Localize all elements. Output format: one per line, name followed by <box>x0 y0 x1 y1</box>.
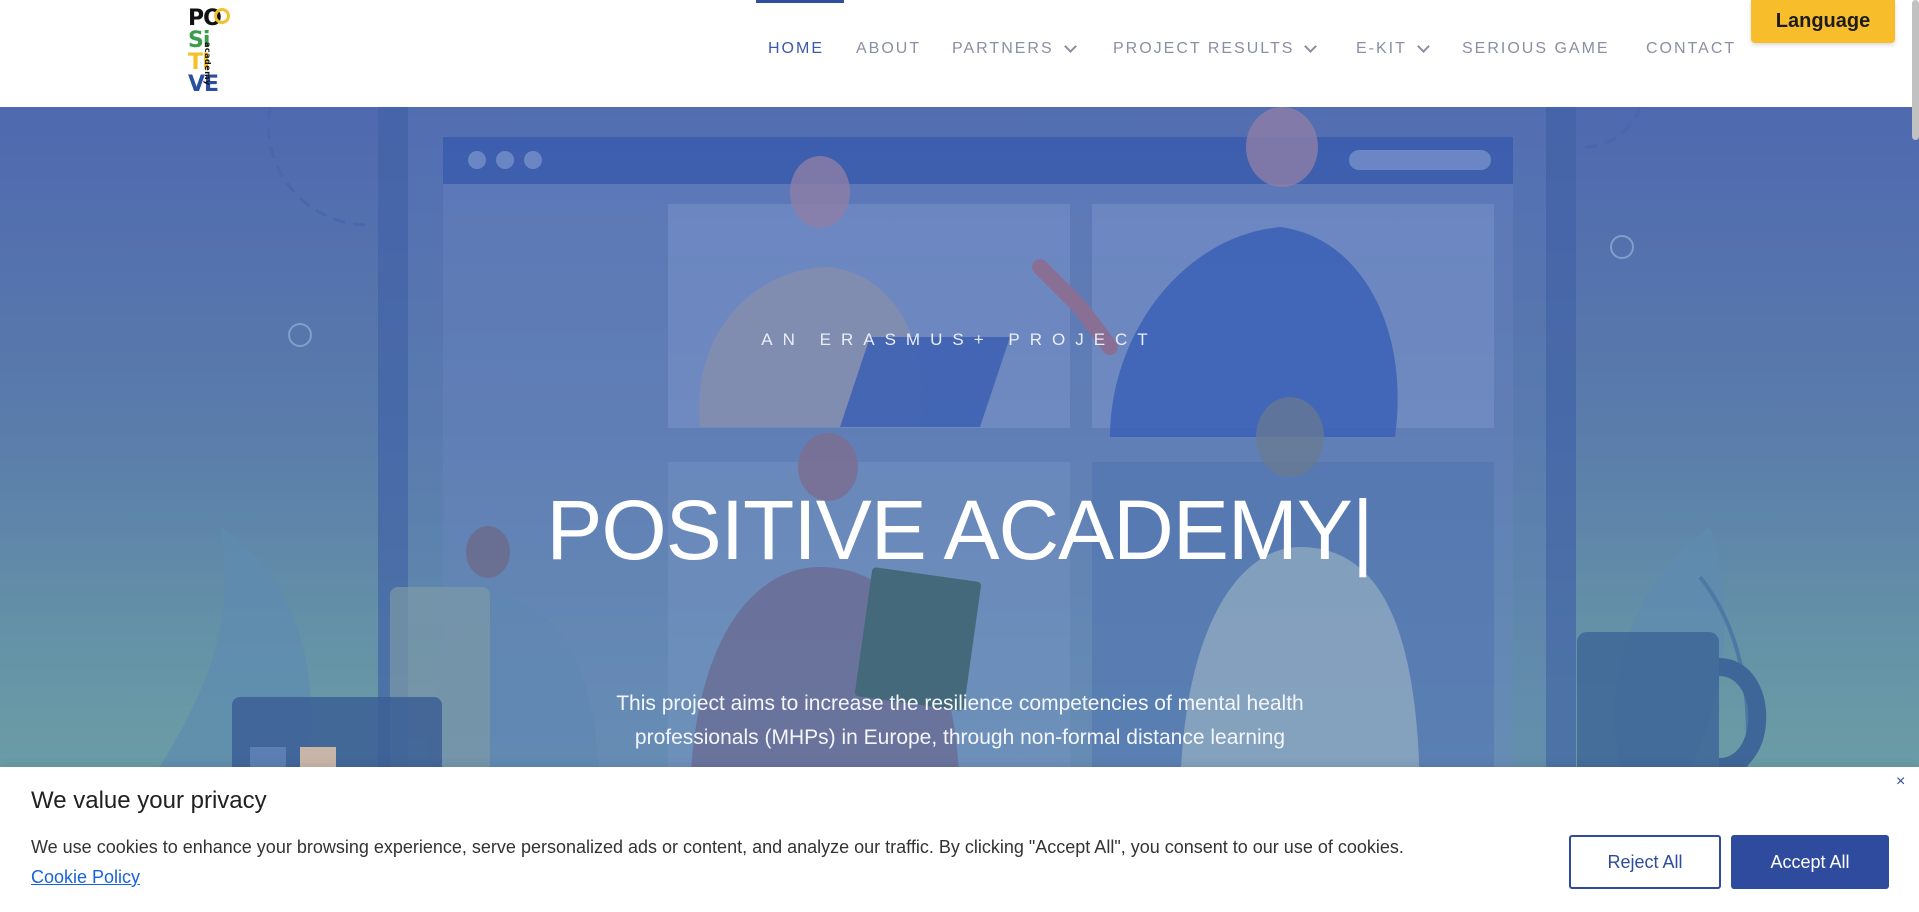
nav-home[interactable]: HOME <box>768 40 824 58</box>
logo-academy-text: academy <box>203 42 212 86</box>
close-icon[interactable]: × <box>1896 773 1905 791</box>
nav-contact[interactable]: CONTACT <box>1646 40 1736 58</box>
hero-title: POSITIVE ACADEMY| <box>546 483 1373 577</box>
nav-about[interactable]: ABOUT <box>856 40 921 58</box>
accept-all-button[interactable]: Accept All <box>1731 835 1889 889</box>
reject-all-button[interactable]: Reject All <box>1569 835 1721 889</box>
nav-active-indicator <box>756 0 844 3</box>
sun-icon <box>214 8 230 24</box>
cookie-banner: We value your privacy We use cookies to … <box>0 767 1919 912</box>
page-scrollbar[interactable] <box>1912 0 1919 140</box>
nav-partners[interactable]: PARTNERS <box>952 40 1077 58</box>
site-header: PO Si TI VE academy HOME ABOUT PARTNERS … <box>0 0 1919 107</box>
cookie-text: We use cookies to enhance your browsing … <box>31 837 1404 887</box>
language-button[interactable]: Language <box>1751 0 1895 43</box>
chevron-down-icon <box>1417 40 1430 53</box>
nav-serious-game[interactable]: SERIOUS GAME <box>1462 40 1610 58</box>
site-logo[interactable]: PO Si TI VE academy <box>188 8 230 100</box>
chevron-down-icon <box>1304 40 1318 53</box>
nav-project-results[interactable]: PROJECT RESULTS <box>1113 40 1318 58</box>
nav-e-kit[interactable]: E-KIT <box>1356 40 1430 58</box>
hero-subtitle: AN ERASMUS+ PROJECT <box>761 330 1158 349</box>
cookie-policy-link[interactable]: Cookie Policy <box>31 867 140 887</box>
cookie-title: We value your privacy <box>31 787 267 814</box>
hero-description: This project aims to increase the resili… <box>616 692 1304 749</box>
chevron-down-icon <box>1063 40 1077 53</box>
